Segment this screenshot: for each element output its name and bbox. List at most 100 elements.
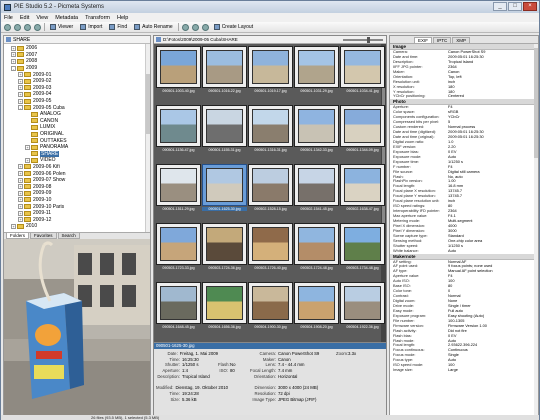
tree-item[interactable]: - 2009 bbox=[4, 65, 150, 72]
thumbnail[interactable]: 090504-1900-30.jpg bbox=[248, 282, 293, 332]
maximize-button[interactable]: □ bbox=[508, 2, 522, 11]
tab-iptc[interactable]: IPTC bbox=[433, 37, 452, 43]
auto-rename-button[interactable]: Auto Rename bbox=[132, 24, 175, 30]
thumbnail[interactable]: 090501-1316-31.jpg bbox=[248, 105, 293, 155]
thumbnail[interactable]: 090503-1723-33.jpg bbox=[156, 223, 201, 273]
tree-item[interactable]: +2009-09 bbox=[4, 190, 150, 197]
thumbnail[interactable]: 090501-1511-29.jpg bbox=[156, 164, 201, 214]
tree-item[interactable]: +2009-04 bbox=[4, 91, 150, 98]
tree-scroll-thumb[interactable] bbox=[146, 74, 150, 134]
tree-item[interactable]: + PANORAMA bbox=[4, 144, 150, 151]
thumbnail[interactable]: 090501-1031-29.jpg bbox=[294, 46, 339, 96]
expand-icon[interactable]: + bbox=[11, 52, 16, 58]
collapse-icon[interactable]: - bbox=[11, 65, 16, 71]
expand-icon[interactable]: + bbox=[18, 85, 23, 91]
tree-item[interactable]: +2009-08 bbox=[4, 183, 150, 190]
expand-icon[interactable]: + bbox=[18, 190, 23, 196]
tree-item[interactable]: +2009-10 Paris bbox=[4, 203, 150, 210]
tree-item[interactable]: +2009-02 bbox=[4, 78, 150, 85]
expand-icon[interactable]: + bbox=[11, 58, 16, 64]
menu-view[interactable]: View bbox=[36, 15, 48, 21]
tree-item[interactable]: OUTTAKES bbox=[4, 137, 150, 144]
thumbnail-size-slider[interactable] bbox=[343, 36, 383, 43]
thumbnail[interactable]: 090501-1034-41.jpg bbox=[340, 46, 385, 96]
thumbnail[interactable]: 090504-1922-36.jpg bbox=[340, 282, 385, 332]
delete-icon[interactable] bbox=[201, 23, 209, 31]
expand-icon[interactable]: + bbox=[18, 197, 23, 203]
tree-item[interactable]: +2009-06 Polen bbox=[4, 170, 150, 177]
tree-item[interactable]: +2007 bbox=[4, 52, 150, 59]
metadata-row[interactable]: YCbCr positioning: Centered bbox=[390, 94, 538, 99]
tree-item[interactable]: +2010 bbox=[4, 223, 150, 230]
thumbnail[interactable]: 090501-1625-30.jpg bbox=[202, 164, 247, 214]
back-icon[interactable] bbox=[4, 23, 11, 31]
expand-icon[interactable]: + bbox=[18, 171, 23, 177]
expand-icon[interactable]: + bbox=[11, 45, 16, 51]
metadata-row[interactable]: Image size: Large bbox=[390, 368, 538, 373]
thumbnail[interactable]: 090503-1734-48.jpg bbox=[340, 223, 385, 273]
thumbnail[interactable]: 090501-1003-40.jpg bbox=[156, 46, 201, 96]
tree-item[interactable]: CANON bbox=[4, 118, 150, 125]
menu-file[interactable]: File bbox=[4, 15, 13, 21]
metadata-scroll-thumb[interactable] bbox=[534, 48, 538, 158]
tree-item[interactable]: +2009-06 Kifi bbox=[4, 164, 150, 171]
forward-icon[interactable] bbox=[14, 23, 21, 31]
expand-icon[interactable]: + bbox=[18, 217, 23, 223]
expand-icon[interactable]: + bbox=[18, 184, 23, 190]
tree-item[interactable]: +2009-11 bbox=[4, 210, 150, 217]
rotate-left-icon[interactable] bbox=[181, 23, 189, 31]
expand-icon[interactable]: + bbox=[25, 144, 30, 150]
expand-icon[interactable]: + bbox=[18, 91, 23, 97]
thumbnail[interactable]: 090502-1541-45.jpg bbox=[294, 164, 339, 214]
thumbnail[interactable]: 090503-1724-48.jpg bbox=[294, 223, 339, 273]
collapse-icon[interactable]: - bbox=[18, 105, 23, 111]
thumbnail[interactable]: 090504-1656-36.jpg bbox=[202, 282, 247, 332]
thumbnail[interactable]: 090502-1528-15.jpg bbox=[248, 164, 293, 214]
tree-item[interactable]: + VIDEO bbox=[4, 157, 150, 164]
tree-item[interactable]: +2009-10 bbox=[4, 197, 150, 204]
up-icon[interactable] bbox=[24, 23, 31, 31]
rotate-right-icon[interactable] bbox=[191, 23, 199, 31]
tree-item[interactable]: SHARE bbox=[4, 150, 150, 158]
menu-edit[interactable]: Edit bbox=[20, 15, 29, 21]
tab-exif[interactable]: EXIF bbox=[414, 37, 433, 43]
tree-item[interactable]: +2009-01 bbox=[4, 71, 150, 78]
thumbnail[interactable]: 090503-1724-36.jpg bbox=[202, 223, 247, 273]
viewer-button[interactable]: Viewer bbox=[48, 24, 75, 30]
thumbnail[interactable]: 090501-1155-31.jpg bbox=[202, 105, 247, 155]
thumbnail[interactable]: 090501-1136-47.jpg bbox=[156, 105, 201, 155]
tree-item[interactable]: LUMIX bbox=[4, 124, 150, 131]
thumbnail[interactable]: 090501-1344-09.jpg bbox=[340, 105, 385, 155]
tree-item[interactable]: +2009-07 Show bbox=[4, 177, 150, 184]
expand-icon[interactable]: + bbox=[11, 223, 16, 229]
expand-icon[interactable]: + bbox=[18, 210, 23, 216]
thumbnail[interactable]: 090504-1648-45.jpg bbox=[156, 282, 201, 332]
thumbnail[interactable]: 090501-1019-17.jpg bbox=[248, 46, 293, 96]
expand-icon[interactable]: + bbox=[18, 204, 23, 210]
thumbnail[interactable]: 090503-1726-40.jpg bbox=[248, 223, 293, 273]
expand-icon[interactable]: + bbox=[18, 98, 23, 104]
create-layout-button[interactable]: Create Layout bbox=[212, 24, 255, 30]
tree-item[interactable]: +2009-05 bbox=[4, 98, 150, 105]
refresh-icon[interactable] bbox=[34, 23, 41, 31]
expand-icon[interactable]: + bbox=[18, 78, 23, 84]
menu-metadata[interactable]: Metadata bbox=[55, 15, 78, 21]
thumbnail[interactable]: 090504-1908-20.jpg bbox=[294, 282, 339, 332]
tree-item[interactable]: ANALOG bbox=[4, 111, 150, 118]
find-button[interactable]: Find bbox=[107, 24, 129, 30]
thumbnail[interactable]: 090501-1016-22.jpg bbox=[202, 46, 247, 96]
expand-icon[interactable]: + bbox=[18, 177, 23, 183]
tree-scrollbar[interactable] bbox=[145, 44, 150, 232]
thumbnail[interactable]: 090501-1342-33.jpg bbox=[294, 105, 339, 155]
expand-icon[interactable]: + bbox=[18, 164, 23, 170]
metadata-scrollbar[interactable] bbox=[534, 44, 538, 415]
tab-xmp[interactable]: XMP bbox=[452, 37, 471, 43]
metadata-row[interactable]: White balance: Auto bbox=[390, 249, 538, 254]
tree-item[interactable]: - 2009-05 Cuba bbox=[4, 104, 150, 111]
import-button[interactable]: Import bbox=[78, 24, 104, 30]
tree-item[interactable]: +2006 bbox=[4, 45, 150, 52]
folder-tree[interactable]: +2006 +2007 +2008-2009 +2009-01 +2009-02 +200… bbox=[4, 44, 150, 232]
minimize-button[interactable]: _ bbox=[493, 2, 507, 11]
tree-item[interactable]: ORIGINAL bbox=[4, 131, 150, 138]
tree-item[interactable]: +2009-03 bbox=[4, 85, 150, 92]
